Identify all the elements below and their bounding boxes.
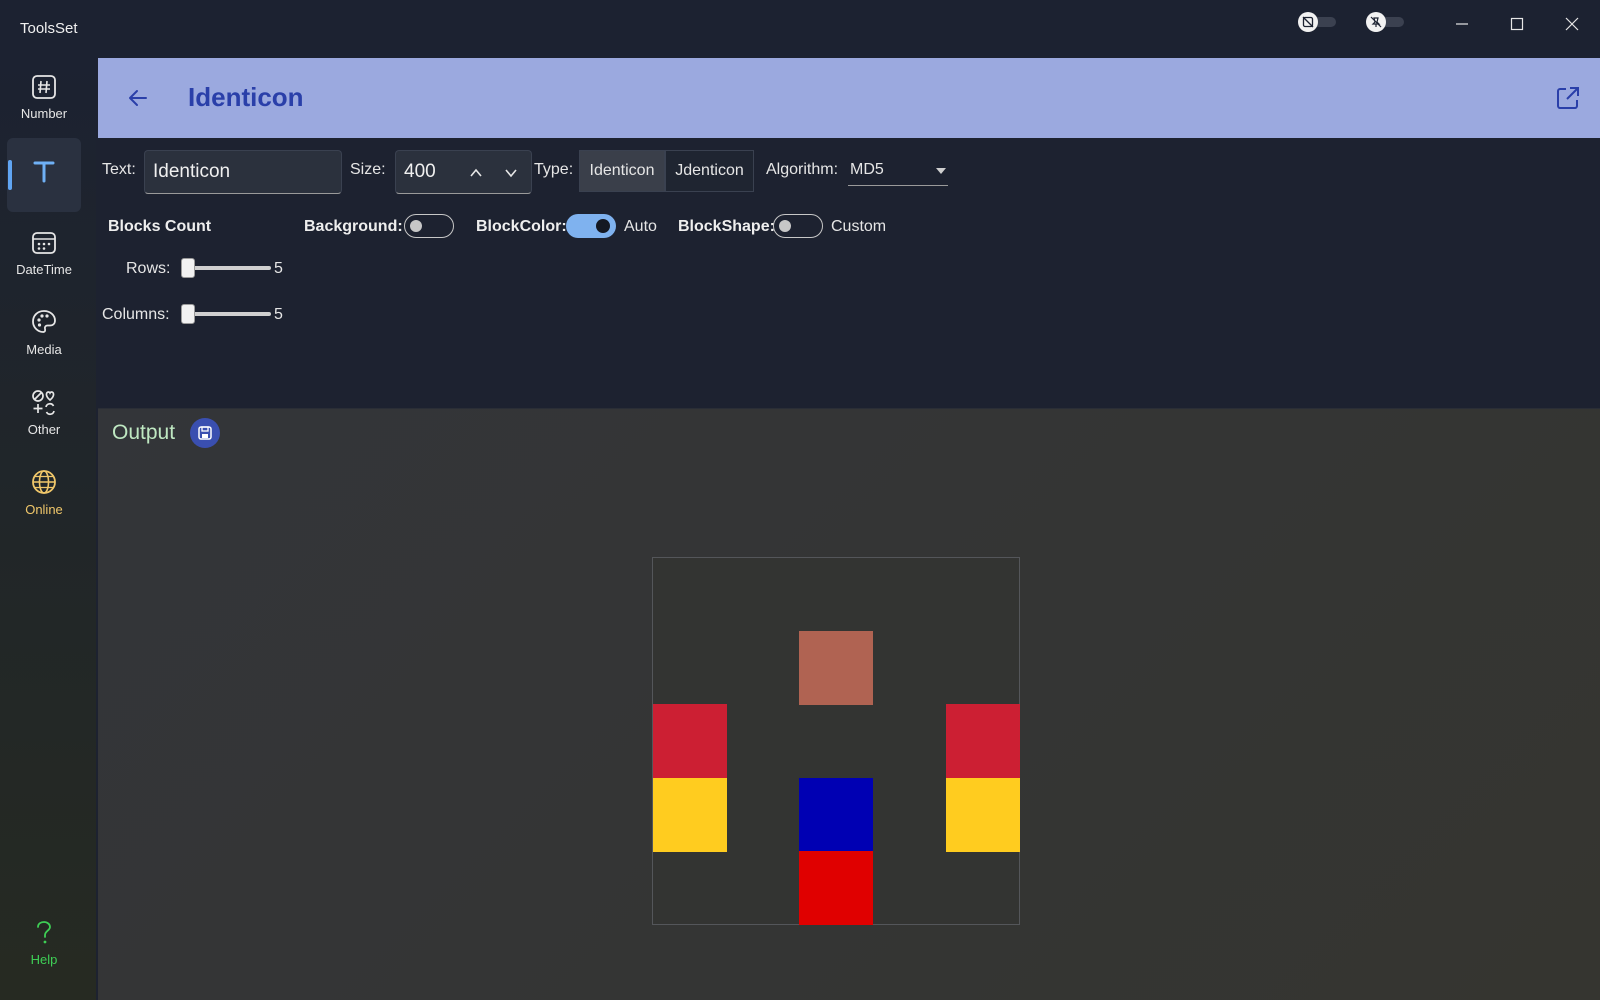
dropdown-caret-icon xyxy=(936,168,946,174)
size-label: Size: xyxy=(350,161,386,178)
other-tools-icon xyxy=(32,390,55,416)
active-indicator xyxy=(8,160,12,190)
rows-value: 5 xyxy=(274,260,283,277)
rows-slider-thumb[interactable] xyxy=(181,258,195,278)
app-title: ToolsSet xyxy=(20,20,78,37)
blockshape-state: Custom xyxy=(831,218,887,235)
page-title: Identicon xyxy=(188,82,304,112)
help-button[interactable]: Help xyxy=(7,920,81,990)
sidebar: Number DateTime Media Other Online Help xyxy=(0,58,96,1000)
identicon-block xyxy=(799,631,874,706)
sidebar-item-label: Media xyxy=(26,342,62,357)
page-header: Identicon xyxy=(98,58,1600,138)
maximize-button[interactable] xyxy=(1497,8,1537,40)
output-title: Output xyxy=(112,421,176,444)
size-numberbox[interactable]: 400 xyxy=(395,150,532,194)
columns-slider-thumb[interactable] xyxy=(181,304,195,324)
sidebar-item-media[interactable]: Media xyxy=(7,296,81,370)
compact-overlay-off-icon xyxy=(1298,12,1318,32)
blockcolor-state: Auto xyxy=(624,218,657,235)
text-label: Text: xyxy=(102,161,136,178)
algorithm-dropdown[interactable]: MD5 xyxy=(848,156,948,186)
save-button[interactable] xyxy=(190,418,220,448)
algorithm-value: MD5 xyxy=(850,161,884,178)
globe-icon xyxy=(32,470,56,494)
help-label: Help xyxy=(30,952,58,967)
calendar-icon xyxy=(32,232,56,254)
size-value: 400 xyxy=(404,161,436,182)
palette-icon xyxy=(32,310,56,333)
blockshape-label: BlockShape: xyxy=(678,218,775,235)
background-label: Background: xyxy=(304,218,403,235)
chevron-down-icon xyxy=(505,169,517,178)
type-option-identicon[interactable]: Identicon xyxy=(579,150,665,192)
back-arrow-icon xyxy=(129,90,147,106)
identicon-block xyxy=(945,704,1020,779)
minimize-button[interactable] xyxy=(1442,8,1482,40)
save-icon xyxy=(198,426,212,440)
blocks-count-heading: Blocks Count xyxy=(108,218,212,235)
title-bar: ToolsSet xyxy=(0,0,1600,58)
sidebar-item-number[interactable]: Number xyxy=(7,62,81,136)
sidebar-item-label: Number xyxy=(20,106,68,121)
compact-overlay-toggle[interactable] xyxy=(1298,12,1338,32)
algorithm-label: Algorithm: xyxy=(766,161,839,178)
identicon-block xyxy=(799,777,874,852)
identicon-block xyxy=(653,777,727,852)
hash-icon xyxy=(32,75,56,99)
type-label: Type: xyxy=(534,161,574,178)
columns-slider[interactable] xyxy=(181,304,271,324)
sidebar-item-online[interactable]: Online xyxy=(7,456,81,530)
size-decrement-button[interactable] xyxy=(495,157,527,189)
type-option-jdenticon[interactable]: Jdenticon xyxy=(665,150,754,192)
open-in-window-button[interactable] xyxy=(1550,80,1586,116)
columns-value: 5 xyxy=(274,306,283,323)
rows-label: Rows: xyxy=(126,260,171,277)
close-button[interactable] xyxy=(1552,8,1592,40)
close-icon xyxy=(1565,17,1579,31)
chevron-up-icon xyxy=(470,168,482,177)
maximize-icon xyxy=(1510,17,1524,31)
pin-off-icon xyxy=(1366,12,1386,32)
sidebar-item-datetime[interactable]: DateTime xyxy=(7,218,81,292)
rows-slider[interactable] xyxy=(181,258,271,278)
blockcolor-toggle[interactable] xyxy=(566,214,616,238)
size-increment-button[interactable] xyxy=(460,157,492,189)
output-panel: Output xyxy=(98,408,1600,1000)
identicon-block xyxy=(945,777,1020,852)
minimize-icon xyxy=(1456,23,1468,25)
sidebar-item-label: DateTime xyxy=(16,262,72,277)
sidebar-item-label: Other xyxy=(27,422,61,437)
sidebar-item-text[interactable] xyxy=(7,138,81,212)
text-input[interactable] xyxy=(144,150,342,194)
identicon-block xyxy=(653,704,727,779)
pin-toggle[interactable] xyxy=(1366,12,1406,32)
identicon-block xyxy=(799,850,874,925)
back-button[interactable] xyxy=(120,80,156,116)
blockcolor-label: BlockColor: xyxy=(476,218,567,235)
sidebar-item-label: Online xyxy=(25,502,63,517)
identicon-image xyxy=(652,557,1020,925)
text-icon xyxy=(33,161,55,183)
question-icon xyxy=(37,921,51,944)
blockshape-toggle[interactable] xyxy=(773,214,823,238)
columns-label: Columns: xyxy=(102,306,170,323)
sidebar-item-other[interactable]: Other xyxy=(7,376,81,450)
background-toggle[interactable] xyxy=(404,214,454,238)
main-content: Identicon Text: Size: 400 Type: Identico… xyxy=(98,58,1600,1000)
open-external-icon xyxy=(1557,87,1579,109)
